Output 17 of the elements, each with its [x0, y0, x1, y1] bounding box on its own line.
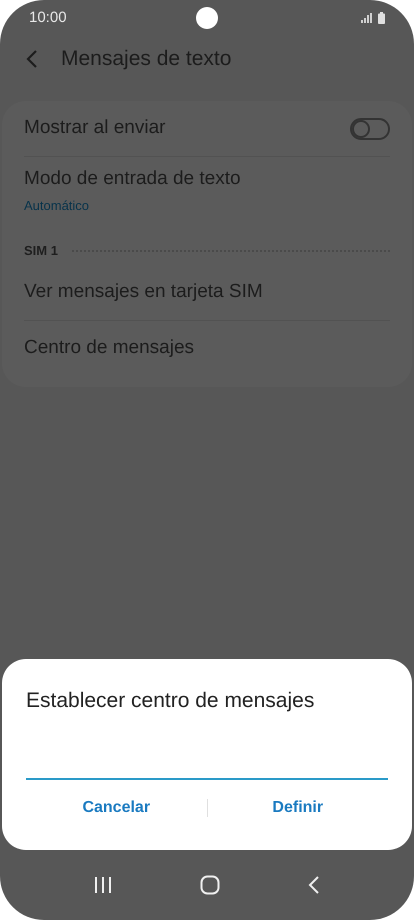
dialog-button[interactable]: Cancelar: [26, 788, 206, 828]
status-time: 10:00: [29, 8, 67, 28]
battery-icon: [378, 12, 385, 24]
setting-label[interactable]: Ver mensajes en tarjeta SIM: [24, 278, 390, 306]
page-title: Mensajes de texto: [61, 46, 232, 72]
dialog-title: Establecer centro de mensajes: [26, 688, 316, 714]
section-header: SIM 1: [24, 242, 58, 260]
setting-label[interactable]: Modo de entrada de texto: [24, 165, 390, 194]
signal-icon: [361, 13, 372, 23]
setting-label[interactable]: Centro de mensajes: [24, 334, 390, 363]
toggle-switch[interactable]: [350, 118, 390, 140]
camera-hole: [196, 7, 218, 29]
setting-value: Automático: [24, 196, 90, 214]
setting-label[interactable]: Mostrar al enviar: [24, 114, 350, 143]
recent-apps-icon[interactable]: [94, 876, 112, 894]
dialog-button[interactable]: Definir: [208, 788, 388, 828]
home-icon[interactable]: [200, 875, 220, 895]
